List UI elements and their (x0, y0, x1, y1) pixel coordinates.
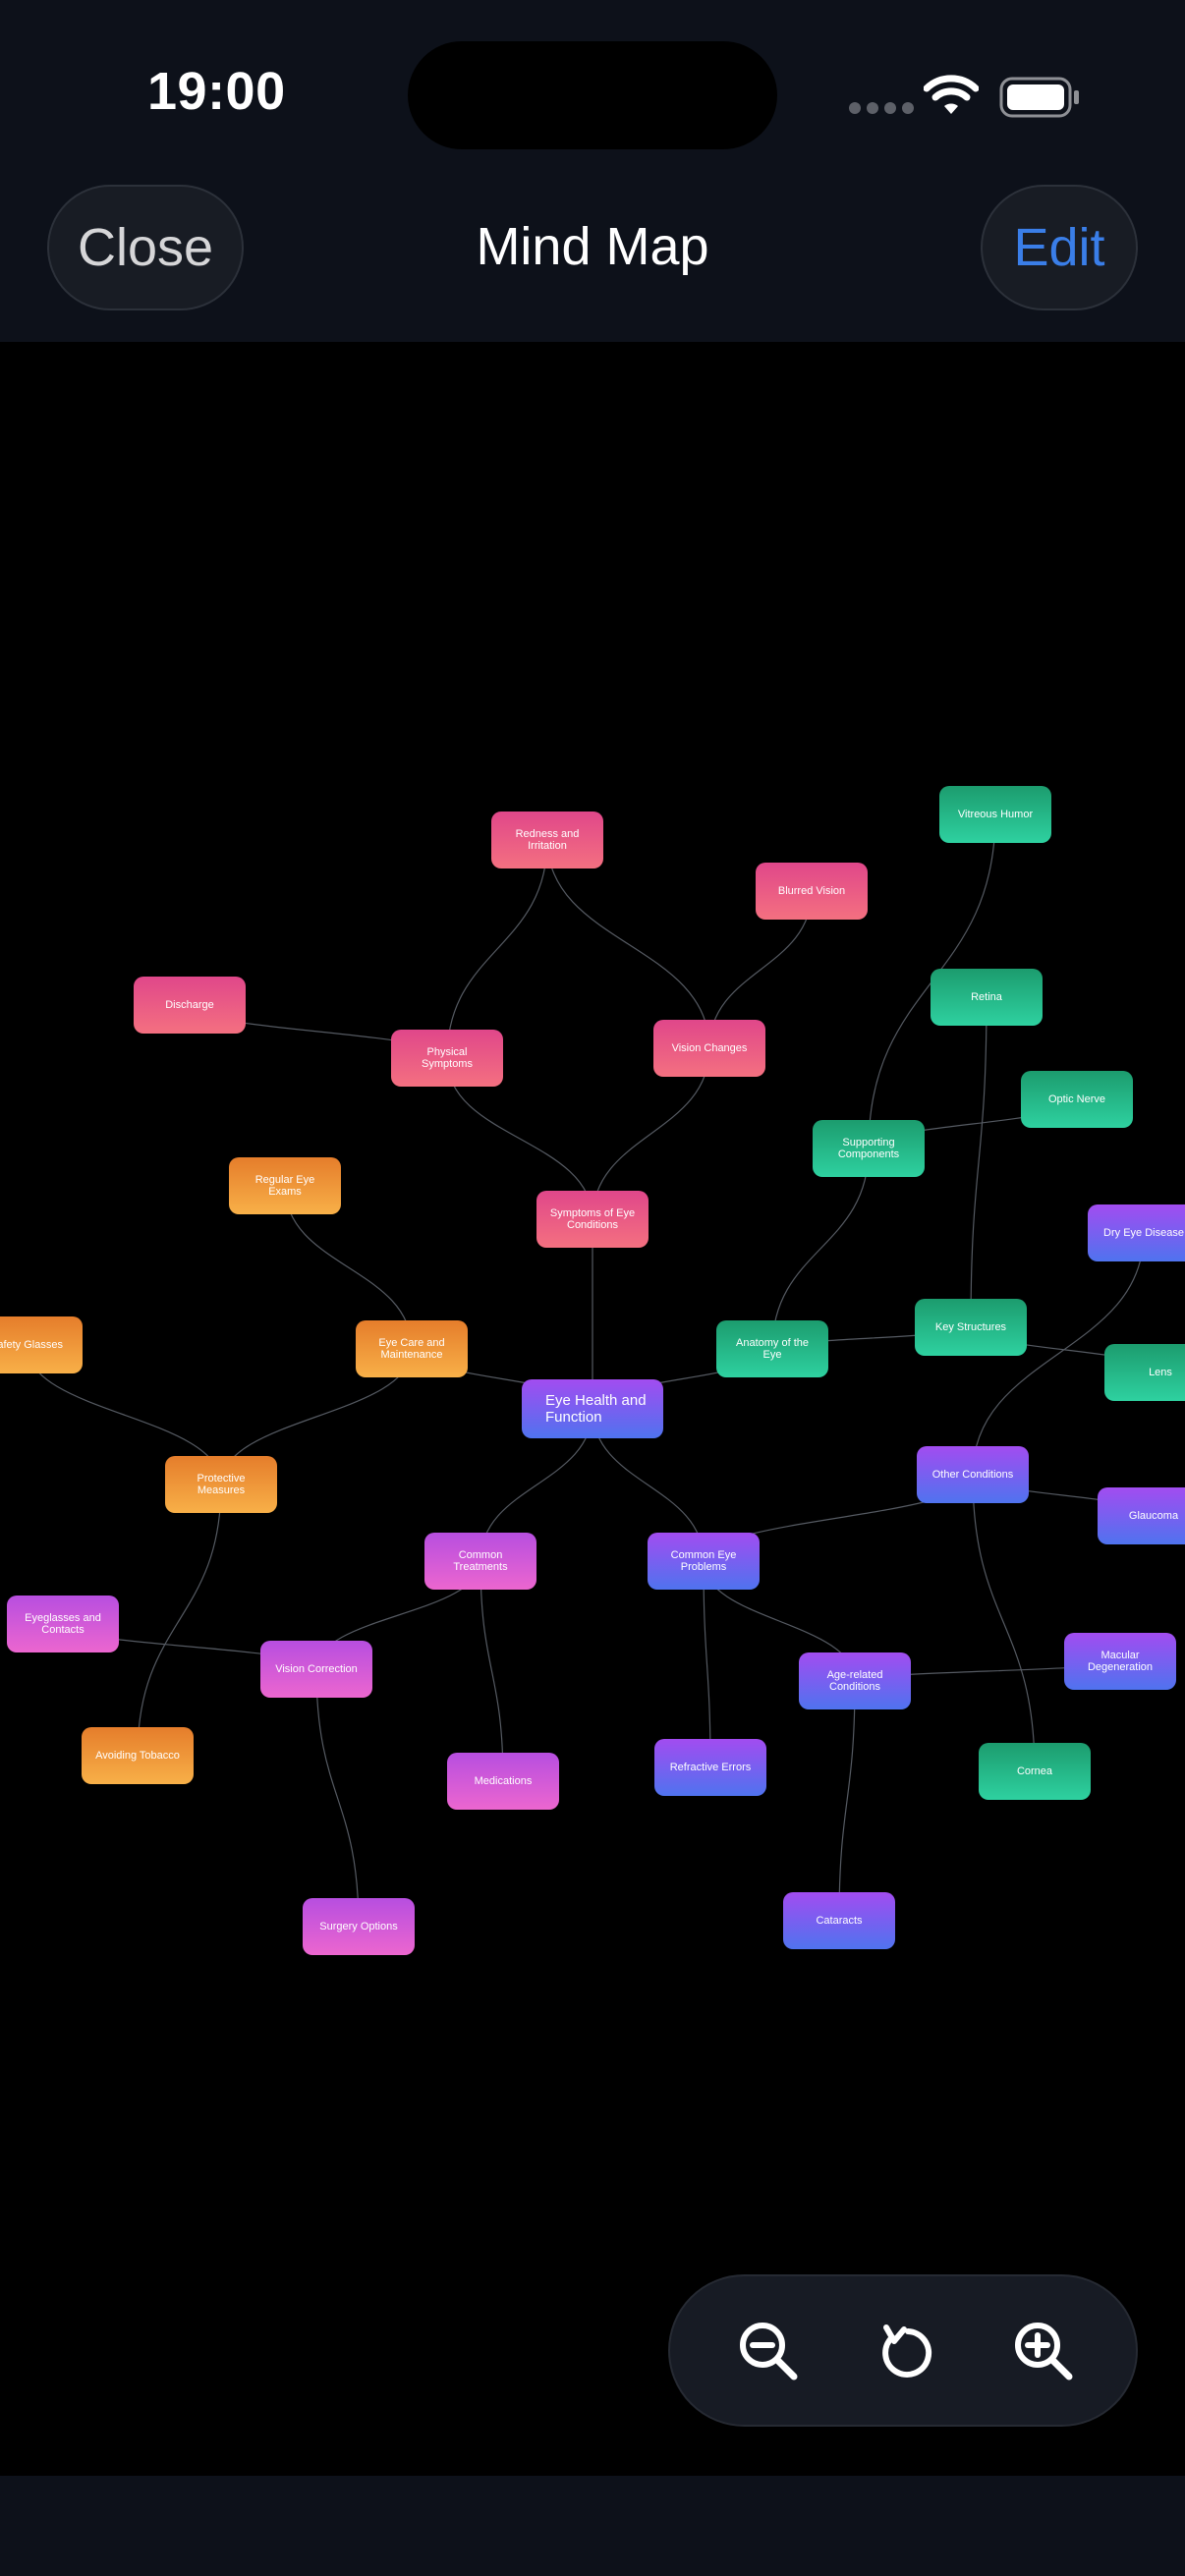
connection-line (480, 1560, 504, 1782)
node-retina[interactable]: Retina (931, 969, 1043, 1026)
node-surgery-options[interactable]: Surgery Options (303, 1898, 415, 1955)
connection-line (972, 1474, 1036, 1772)
node-common-eye-problems[interactable]: Common Eye Problems (648, 1533, 760, 1590)
connection-line (446, 839, 548, 1059)
node-refractive-errors[interactable]: Refractive Errors (654, 1739, 766, 1796)
node-vision-changes[interactable]: Vision Changes (653, 1020, 765, 1077)
connection-line (703, 1560, 711, 1768)
node-vitreous-humor[interactable]: Vitreous Humor (939, 786, 1051, 843)
node-root-eye-health[interactable]: Eye Health and Function (522, 1379, 663, 1438)
node-supporting-components[interactable]: Supporting Components (813, 1120, 925, 1177)
node-symptoms[interactable]: Symptoms of Eye Conditions (536, 1191, 649, 1248)
node-cornea[interactable]: Cornea (979, 1743, 1091, 1800)
zoom-controls (668, 2274, 1138, 2427)
node-redness-irritation[interactable]: Redness and Irritation (491, 812, 603, 868)
connection-line (970, 996, 988, 1328)
node-optic-nerve[interactable]: Optic Nerve (1021, 1071, 1133, 1128)
edit-button[interactable]: Edit (981, 185, 1138, 310)
node-eyeglasses-contacts[interactable]: Eyeglasses and Contacts (7, 1596, 119, 1652)
node-protective-measures[interactable]: Protective Measures (165, 1456, 277, 1513)
cellular-signal-icon (849, 102, 914, 114)
connection-line (838, 1680, 856, 1922)
connection-line (771, 1148, 870, 1350)
node-lens[interactable]: Lens (1104, 1344, 1185, 1401)
node-discharge[interactable]: Discharge (134, 977, 246, 1034)
zoom-out-icon[interactable] (735, 2318, 804, 2386)
node-macular-degeneration[interactable]: Macular Degeneration (1064, 1633, 1176, 1690)
node-dry-eye-disease[interactable]: Dry Eye Disease (1088, 1204, 1185, 1261)
node-eye-care[interactable]: Eye Care and Maintenance (356, 1320, 468, 1377)
status-time: 19:00 (147, 62, 286, 121)
node-glaucoma[interactable]: Glaucoma (1098, 1487, 1185, 1544)
node-age-related-conditions[interactable]: Age-related Conditions (799, 1652, 911, 1709)
battery-icon (999, 77, 1079, 118)
node-medications[interactable]: Medications (447, 1753, 559, 1810)
connection-line (137, 1484, 222, 1757)
node-avoiding-tobacco[interactable]: Avoiding Tobacco (82, 1727, 194, 1784)
node-safety-glasses[interactable]: Safety Glasses (0, 1316, 83, 1373)
connection-line (315, 1668, 360, 1928)
mind-map-canvas[interactable]: Redness and Irritation Blurred Vision Di… (0, 342, 1185, 2476)
node-cataracts[interactable]: Cataracts (783, 1892, 895, 1949)
bottom-safe-area (0, 2476, 1185, 2576)
node-anatomy[interactable]: Anatomy of the Eye (716, 1320, 828, 1377)
node-common-treatments[interactable]: Common Treatments (424, 1533, 536, 1590)
reset-view-icon[interactable] (873, 2318, 941, 2386)
dynamic-island (408, 41, 777, 149)
navigation-bar: Close Mind Map Edit (0, 157, 1185, 342)
wifi-icon (924, 75, 979, 114)
node-regular-eye-exams[interactable]: Regular Eye Exams (229, 1157, 341, 1214)
node-physical-symptoms[interactable]: Physical Symptoms (391, 1030, 503, 1087)
node-vision-correction[interactable]: Vision Correction (260, 1641, 372, 1698)
node-other-conditions[interactable]: Other Conditions (917, 1446, 1029, 1503)
zoom-in-icon[interactable] (1010, 2318, 1079, 2386)
node-blurred-vision[interactable]: Blurred Vision (756, 863, 868, 920)
connection-line (546, 839, 710, 1049)
node-key-structures[interactable]: Key Structures (915, 1299, 1027, 1356)
